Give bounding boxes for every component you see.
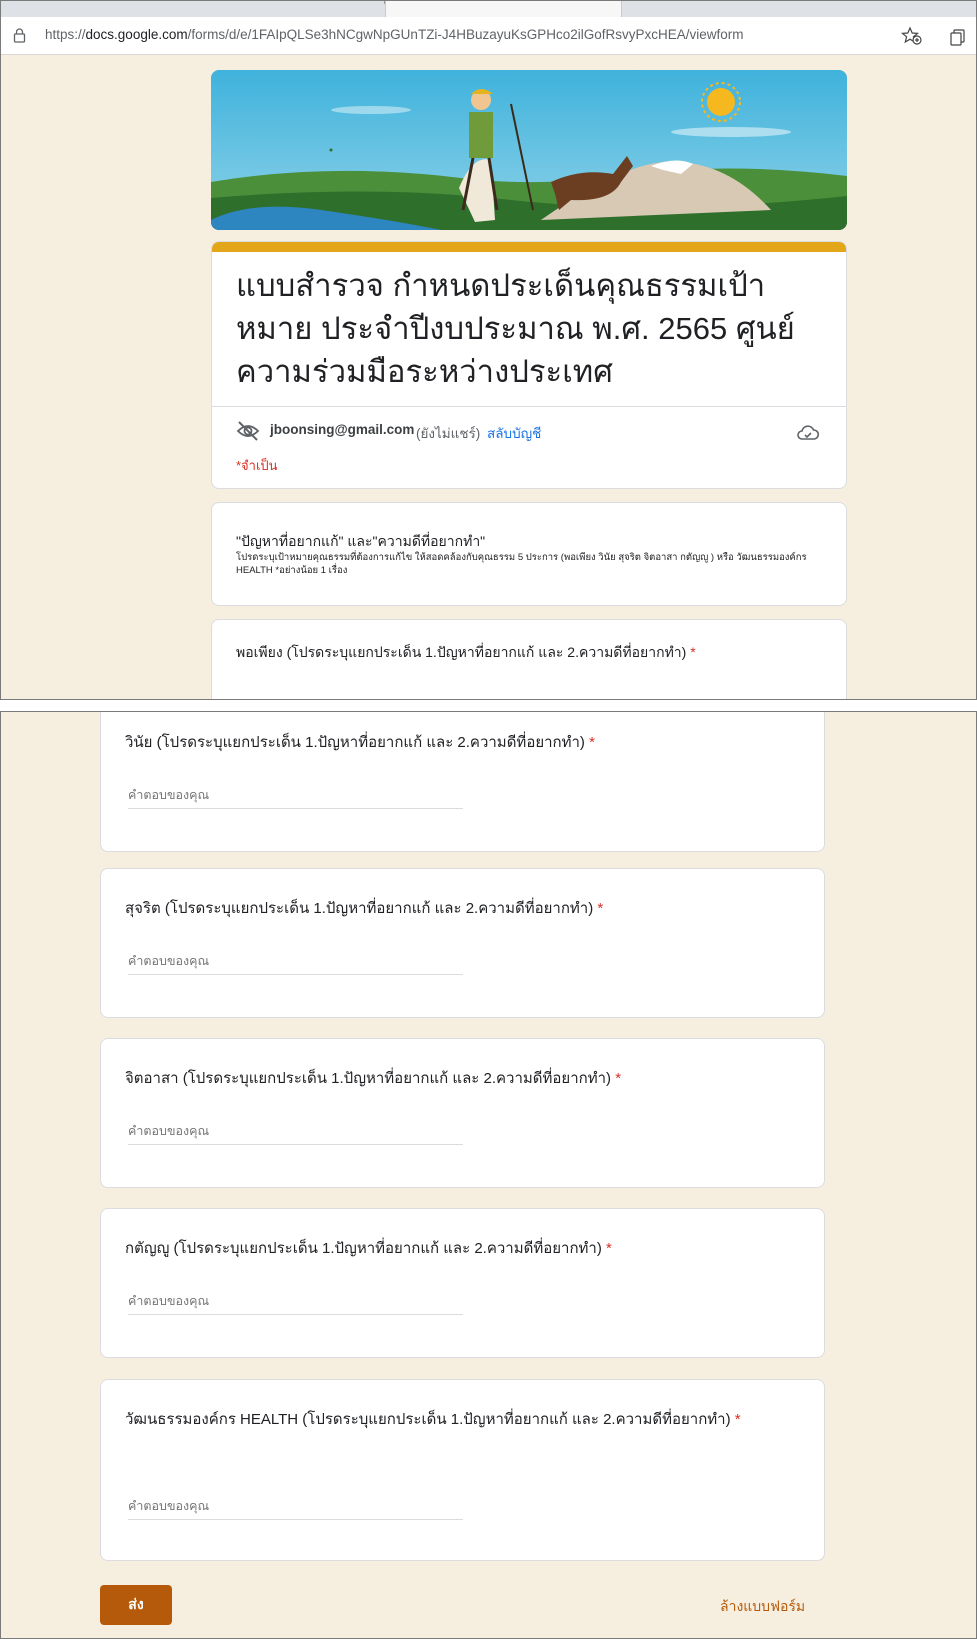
- question-label: สุจริต (โปรดระบุแยกประเด็น 1.ปัญหาที่อยา…: [125, 897, 603, 921]
- answer-input[interactable]: [128, 781, 463, 809]
- account-row: jboonsing@gmail.com (ยังไม่แชร์) สลับบัญ…: [236, 420, 826, 444]
- question-label: วินัย (โปรดระบุแยกประเด็น 1.ปัญหาที่อยาก…: [125, 731, 595, 755]
- required-asterisk: *: [690, 644, 696, 660]
- question-text: วินัย (โปรดระบุแยกประเด็น 1.ปัญหาที่อยาก…: [125, 734, 585, 751]
- required-note: *จำเป็น: [236, 458, 278, 473]
- browser-tab[interactable]: [385, 1, 622, 17]
- section-description: โปรดระบุเป้าหมายคุณธรรมที่ต้องการแก้ไข ใ…: [236, 552, 807, 576]
- answer-input[interactable]: [128, 1287, 463, 1315]
- required-asterisk: *: [589, 734, 595, 751]
- url-text[interactable]: https://docs.google.com/forms/d/e/1FAIpQ…: [45, 27, 744, 42]
- answer-input[interactable]: [128, 947, 463, 975]
- required-asterisk: *: [597, 900, 604, 917]
- question-card: วัฒนธรรมองค์กร HEALTH (โปรดระบุแยกประเด็…: [100, 1379, 825, 1561]
- question-card: กตัญญู (โปรดระบุแยกประเด็น 1.ปัญหาที่อยา…: [100, 1208, 825, 1358]
- bottom-screenshot-frame: วินัย (โปรดระบุแยกประเด็น 1.ปัญหาที่อยาก…: [0, 711, 977, 1639]
- title-divider: [212, 406, 846, 407]
- account-email: jboonsing@gmail.com: [270, 422, 415, 437]
- question-text: กตัญญู (โปรดระบุแยกประเด็น 1.ปัญหาที่อยา…: [125, 1240, 602, 1257]
- page-info-icon[interactable]: [13, 28, 26, 43]
- question-label: จิตอาสา (โปรดระบุแยกประเด็น 1.ปัญหาที่อย…: [125, 1067, 621, 1091]
- question-text: จิตอาสา (โปรดระบุแยกประเด็น 1.ปัญหาที่อย…: [125, 1070, 612, 1087]
- question-label: พอเพียง (โปรดระบุแยกประเด็น 1.ปัญหาที่อย…: [236, 640, 696, 664]
- top-screenshot-frame: https://docs.google.com/forms/d/e/1FAIpQ…: [0, 0, 977, 700]
- question-text: วัฒนธรรมองค์กร HEALTH (โปรดระบุแยกประเด็…: [125, 1411, 731, 1428]
- question-text: สุจริต (โปรดระบุแยกประเด็น 1.ปัญหาที่อยา…: [125, 900, 594, 917]
- address-bar[interactable]: https://docs.google.com/forms/d/e/1FAIpQ…: [1, 17, 976, 55]
- answer-input[interactable]: [128, 1492, 463, 1520]
- question-card: พอเพียง (โปรดระบุแยกประเด็น 1.ปัญหาที่อย…: [211, 619, 847, 699]
- collections-icon[interactable]: [948, 27, 968, 47]
- url-path: /forms/d/e/1FAIpQLSe3hNCgwNpGUnTZi-J4HBu…: [187, 27, 744, 42]
- title-accent-bar: [212, 242, 846, 252]
- url-host: docs.google.com: [85, 27, 188, 42]
- section-header-card: "ปัญหาที่อยากแก้" และ"ความดีที่อยากทำ" โ…: [211, 502, 847, 606]
- browser-tabstrip: [1, 1, 976, 17]
- answer-input[interactable]: [128, 1117, 463, 1145]
- question-label: กตัญญู (โปรดระบุแยกประเด็น 1.ปัญหาที่อยา…: [125, 1237, 612, 1261]
- question-card: สุจริต (โปรดระบุแยกประเด็น 1.ปัญหาที่อยา…: [100, 868, 825, 1018]
- not-shared-eye-off-icon: [236, 421, 260, 441]
- not-shared-label: (ยังไม่แชร์): [416, 426, 481, 441]
- required-asterisk: *: [606, 1240, 612, 1257]
- clear-form-link[interactable]: ล้างแบบฟอร์ม: [720, 1596, 805, 1618]
- submit-button[interactable]: ส่ง: [100, 1585, 172, 1625]
- add-favorite-icon[interactable]: [901, 26, 923, 46]
- url-prefix: https://: [45, 27, 86, 42]
- question-label: วัฒนธรรมองค์กร HEALTH (โปรดระบุแยกประเด็…: [125, 1408, 795, 1432]
- question-text: พอเพียง (โปรดระบุแยกประเด็น 1.ปัญหาที่อย…: [236, 644, 687, 660]
- required-asterisk: *: [734, 1411, 741, 1428]
- form-header-image: [211, 70, 847, 230]
- form-title-card: แบบสำรวจ กำหนดประเด็นคุณธรรมเป้าหมาย ประ…: [211, 241, 847, 489]
- question-card: วินัย (โปรดระบุแยกประเด็น 1.ปัญหาที่อยาก…: [100, 712, 825, 852]
- required-asterisk: *: [615, 1070, 622, 1087]
- section-title: "ปัญหาที่อยากแก้" และ"ความดีที่อยากทำ": [236, 533, 486, 549]
- cloud-saved-icon: [797, 425, 820, 440]
- question-card: จิตอาสา (โปรดระบุแยกประเด็น 1.ปัญหาที่อย…: [100, 1038, 825, 1188]
- form-title: แบบสำรวจ กำหนดประเด็นคุณธรรมเป้าหมาย ประ…: [236, 268, 795, 389]
- switch-account-link[interactable]: สลับบัญชี: [487, 422, 541, 444]
